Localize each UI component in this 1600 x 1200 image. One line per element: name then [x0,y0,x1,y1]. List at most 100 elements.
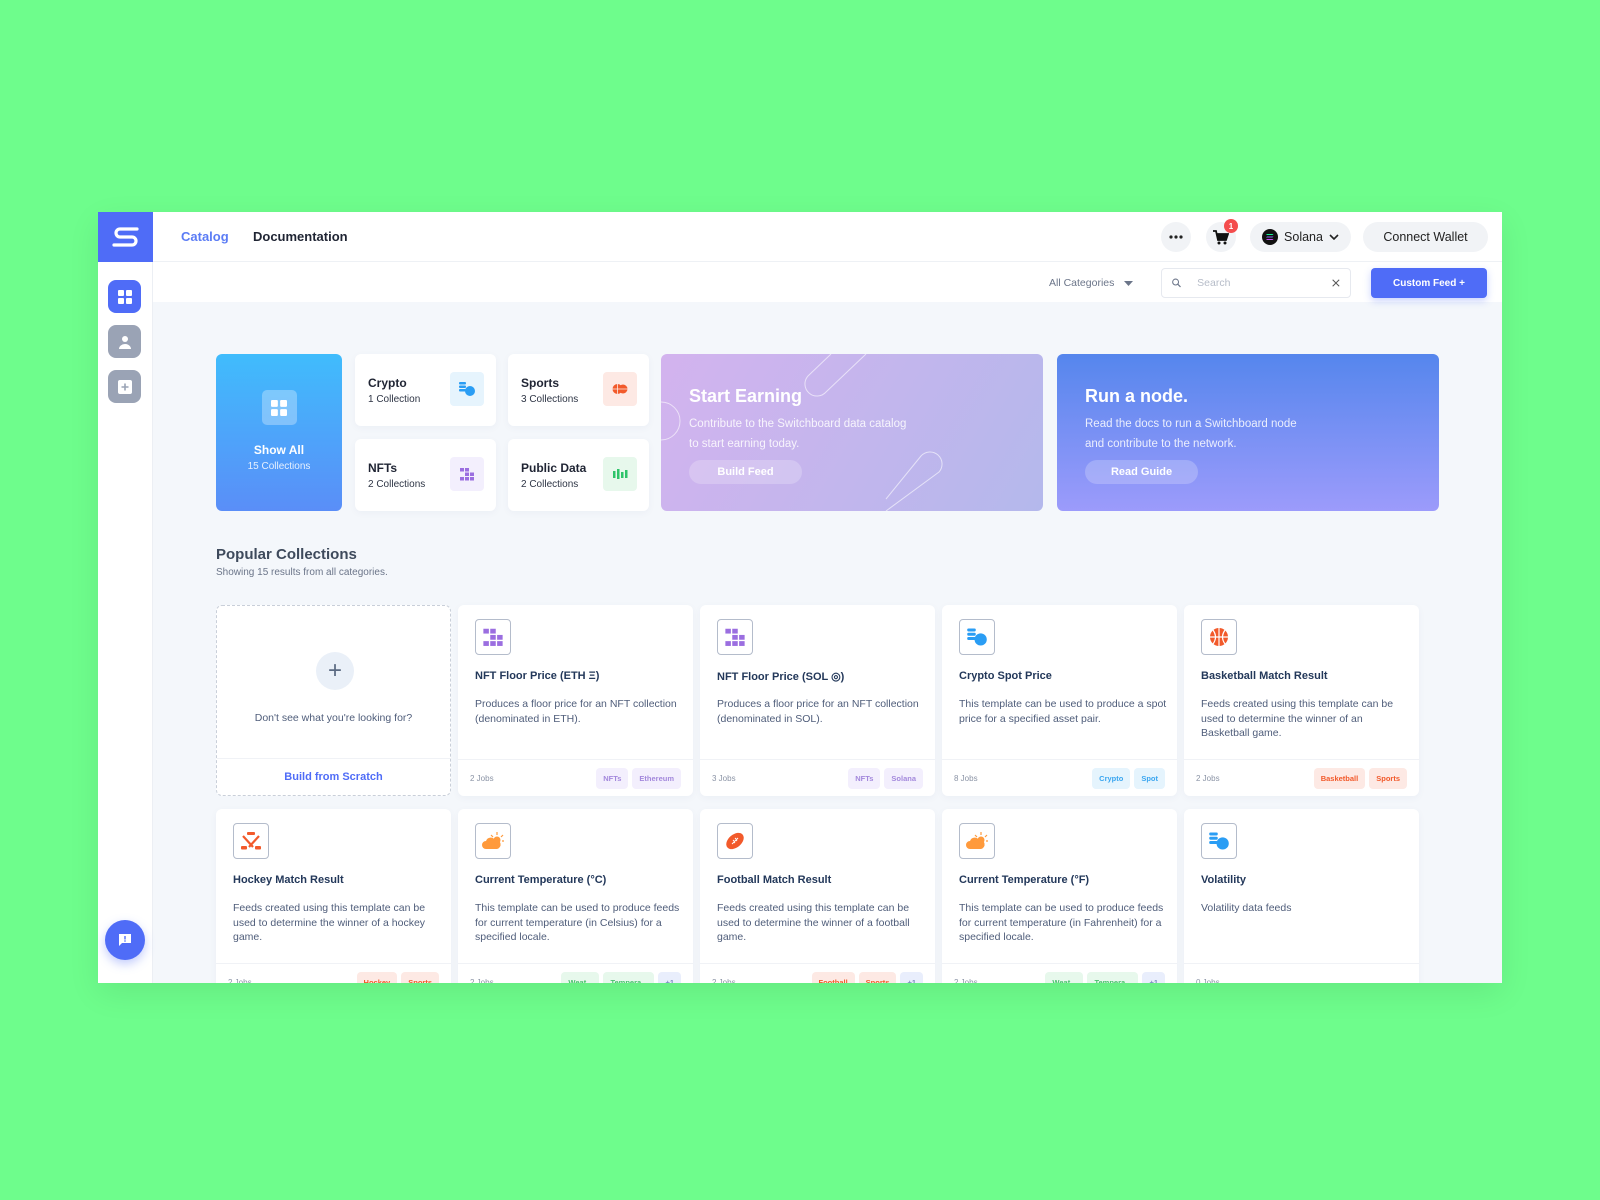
collection-card[interactable]: Basketball Match Result Feeds created usi… [1184,605,1419,796]
coins-icon [1201,823,1237,859]
sidebar-item-catalog[interactable] [108,280,141,313]
category-name: Sports [521,376,560,390]
tag[interactable]: Sports [401,972,439,983]
tag[interactable]: Tempera... [1087,972,1139,983]
football-icon [717,823,753,859]
tag-list: NFTs Ethereum [596,768,681,789]
collection-description: Feeds created using this template can be… [1201,698,1394,739]
top-nav: Catalog Documentation 1 Solana Connect W… [153,212,1502,262]
nav-documentation[interactable]: Documentation [253,229,348,244]
collection-card[interactable]: NFT Floor Price (SOL ◎) Produces a floor … [700,605,935,796]
category-show-all[interactable]: Show All 15 Collections [216,354,342,511]
clear-search-icon[interactable] [1332,277,1340,289]
build-from-scratch-card[interactable]: + Don't see what you're looking for? Bui… [216,605,451,796]
tag-list: Hockey Sports [356,972,439,983]
collection-footer: 0 Jobs [1184,963,1419,983]
category-select[interactable]: All Categories [1049,277,1134,289]
sports-icon [603,372,637,406]
collection-description: Volatility data feeds [1201,902,1292,914]
sidebar-item-profile[interactable] [108,325,141,358]
job-count: 2 Jobs [228,978,252,983]
category-sports[interactable]: Sports 3 Collections [508,354,649,426]
category-public-data[interactable]: Public Data 2 Collections [508,439,649,511]
more-horizontal-icon [1169,235,1183,239]
tag[interactable]: Hockey [356,972,398,983]
section-subtitle: Showing 15 results from all categories. [216,567,388,578]
tag-list: Football Sports +1 [811,972,923,983]
tag[interactable]: +1 [658,972,681,983]
collection-title: Current Temperature (°C) [475,874,607,886]
promo-title: Run a node. [1085,386,1188,406]
category-count: 3 Collections [521,394,579,405]
category-count: 2 Collections [521,479,579,490]
search-input[interactable] [1197,277,1333,289]
tag[interactable]: Weat... [561,972,600,983]
tag[interactable]: +1 [1142,972,1165,983]
plus-icon[interactable]: + [316,652,354,690]
coins-icon [450,372,484,406]
collection-title: Volatility [1201,874,1247,886]
category-count: 2 Collections [368,479,426,490]
collection-description: Produces a floor price for an NFT collec… [475,698,677,725]
switchboard-logo[interactable] [98,212,153,262]
collection-card[interactable]: Current Temperature (°F) This template ca… [942,809,1177,983]
build-from-scratch-link[interactable]: Build from Scratch [217,758,450,795]
tag[interactable]: Sports [858,972,897,983]
build-feed-button[interactable]: Build Feed [689,460,802,484]
connect-wallet-button[interactable]: Connect Wallet [1363,222,1488,252]
tag-list: Weat... Tempera... +1 [1045,972,1165,983]
tag[interactable]: NFTs [596,768,629,789]
tag[interactable]: Crypto [1092,768,1131,789]
collection-description: This template can be used to produce fee… [959,902,1164,943]
collection-card[interactable]: Football Match Result Feeds created using… [700,809,935,983]
job-count: 2 Jobs [712,978,736,983]
tag[interactable]: Football [811,972,855,983]
sidebar [98,262,153,983]
read-guide-button[interactable]: Read Guide [1085,460,1198,484]
promo-description: Read the docs to run a Switchboard node … [1085,418,1297,450]
tag[interactable]: Weat... [1045,972,1084,983]
cart-count-badge: 1 [1224,219,1238,233]
category-crypto[interactable]: Crypto 1 Collection [355,354,496,426]
tag[interactable]: +1 [900,972,923,983]
solana-logo-icon [1262,229,1279,245]
nft-icon [717,619,753,655]
collection-description: Produces a floor price for an NFT collec… [717,698,919,725]
hockey-icon [233,823,269,859]
collection-card[interactable]: NFT Floor Price (ETH Ξ) Produces a floor … [458,605,693,796]
category-select-value: All Categories [1049,277,1115,289]
basketball-icon [1201,619,1237,655]
cart-button[interactable]: 1 [1206,219,1238,252]
tag[interactable]: Sports [1369,768,1407,789]
show-all-title: Show All [253,443,305,457]
category-nfts[interactable]: NFTs 2 Collections [355,439,496,511]
collection-card[interactable]: Hockey Match Result Feeds created using t… [216,809,451,983]
category-name: NFTs [368,461,398,475]
section-title: Popular Collections [216,546,357,563]
show-all-count: 15 Collections [247,461,311,472]
search-icon [1172,278,1181,288]
more-button[interactable] [1161,222,1191,252]
promo-description: Contribute to the Switchboard data catal… [689,418,907,450]
job-count: 2 Jobs [470,774,494,783]
tag-list: Crypto Spot [1092,768,1165,789]
tag[interactable]: NFTs [848,768,881,789]
collection-card[interactable]: Crypto Spot Price This template can be us… [942,605,1177,796]
nav-catalog[interactable]: Catalog [181,229,229,244]
tag[interactable]: Solana [884,768,923,789]
network-select[interactable]: Solana [1250,222,1351,252]
collection-description: Feeds created using this template can be… [233,902,426,943]
sidebar-item-create[interactable] [108,370,141,403]
tag[interactable]: Basketball [1313,768,1366,789]
plus-square-icon [117,379,132,394]
tag-list: NFTs Solana [848,768,923,789]
collection-title: NFT Floor Price (SOL ◎) [717,671,845,683]
tag[interactable]: Ethereum [632,768,681,789]
custom-feed-button[interactable]: Custom Feed + [1371,268,1487,298]
app-window: Catalog Documentation 1 Solana Connect W… [98,212,1502,983]
collection-card[interactable]: Volatility Volatility data feeds 0 Jobs [1184,809,1419,983]
collection-card[interactable]: Current Temperature (°C) This template ca… [458,809,693,983]
chat-button[interactable] [105,920,145,960]
tag[interactable]: Spot [1134,768,1165,789]
tag[interactable]: Tempera... [603,972,655,983]
